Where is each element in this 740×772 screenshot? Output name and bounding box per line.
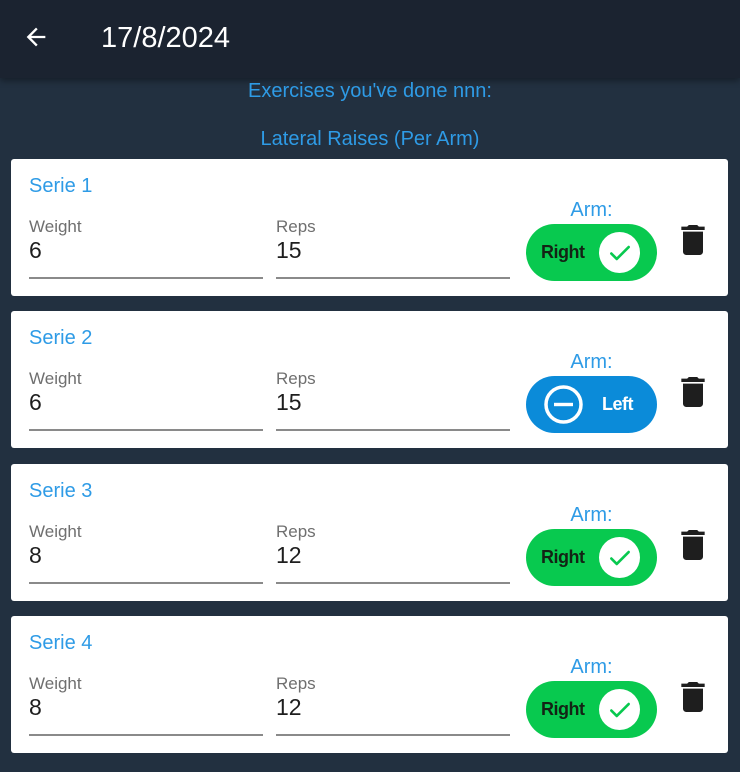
arm-toggle-label: Right	[541, 242, 585, 262]
arm-toggle-label: Left	[602, 394, 634, 414]
serie-title: Serie 2	[29, 327, 93, 349]
weight-label: Weight	[29, 217, 82, 236]
delete-serie-button[interactable]	[679, 223, 707, 257]
weight-label: Weight	[29, 674, 82, 693]
arm-toggle[interactable]: Left	[526, 376, 657, 433]
weight-label: Weight	[29, 522, 82, 541]
weight-field[interactable]: Weight 6	[29, 369, 263, 431]
reps-underline	[276, 429, 510, 431]
reps-field[interactable]: Reps 12	[276, 522, 510, 584]
trash-icon	[681, 682, 705, 712]
reps-label: Reps	[276, 369, 316, 388]
serie-title: Serie 1	[29, 175, 93, 197]
reps-value[interactable]: 15	[276, 237, 302, 264]
delete-serie-button[interactable]	[679, 528, 707, 562]
reps-field[interactable]: Reps 15	[276, 369, 510, 431]
weight-underline	[29, 582, 263, 584]
serie-title: Serie 3	[29, 480, 93, 502]
reps-label: Reps	[276, 674, 316, 693]
weight-underline	[29, 734, 263, 736]
weight-label: Weight	[29, 369, 82, 388]
arm-label: Arm:	[570, 504, 613, 526]
reps-value[interactable]: 12	[276, 694, 302, 721]
weight-field[interactable]: Weight 8	[29, 674, 263, 736]
back-button[interactable]	[16, 19, 56, 55]
check-icon	[599, 689, 640, 730]
trash-icon	[681, 225, 705, 255]
weight-value[interactable]: 8	[29, 542, 42, 569]
exercises-subtitle: Exercises you've done nnn:	[248, 80, 492, 102]
weight-value[interactable]: 8	[29, 694, 42, 721]
reps-value[interactable]: 12	[276, 542, 302, 569]
reps-underline	[276, 734, 510, 736]
app-bar: 17/8/2024	[0, 0, 740, 78]
reps-label: Reps	[276, 522, 316, 541]
check-icon	[599, 537, 640, 578]
serie-card: Serie 1 Weight 6 Reps 15 Arm: Right	[11, 159, 728, 296]
reps-underline	[276, 277, 510, 279]
reps-underline	[276, 582, 510, 584]
check-icon	[599, 232, 640, 273]
arm-toggle[interactable]: Right	[526, 529, 657, 586]
arm-label: Arm:	[570, 656, 613, 678]
serie-card: Serie 2 Weight 6 Reps 15 Arm: Left	[11, 311, 728, 448]
weight-underline	[29, 277, 263, 279]
arrow-left-icon	[26, 27, 46, 47]
delete-serie-button[interactable]	[679, 680, 707, 714]
minus-circle-icon	[543, 384, 584, 425]
arm-toggle[interactable]: Right	[526, 681, 657, 738]
delete-serie-button[interactable]	[679, 375, 707, 409]
reps-label: Reps	[276, 217, 316, 236]
exercise-name: Lateral Raises (Per Arm)	[260, 128, 480, 150]
serie-title: Serie 4	[29, 632, 93, 654]
arm-toggle-label: Right	[541, 547, 585, 567]
trash-icon	[681, 530, 705, 560]
arm-toggle[interactable]: Right	[526, 224, 657, 281]
reps-value[interactable]: 15	[276, 389, 302, 416]
serie-card: Serie 3 Weight 8 Reps 12 Arm: Right	[11, 464, 728, 601]
weight-value[interactable]: 6	[29, 237, 42, 264]
weight-field[interactable]: Weight 8	[29, 522, 263, 584]
trash-icon	[681, 377, 705, 407]
serie-card: Serie 4 Weight 8 Reps 12 Arm: Right	[11, 616, 728, 753]
reps-field[interactable]: Reps 15	[276, 217, 510, 279]
arm-toggle-label: Right	[541, 699, 585, 719]
weight-value[interactable]: 6	[29, 389, 42, 416]
page-title: 17/8/2024	[101, 22, 231, 54]
weight-field[interactable]: Weight 6	[29, 217, 263, 279]
arm-label: Arm:	[570, 351, 613, 373]
weight-underline	[29, 429, 263, 431]
arm-label: Arm:	[570, 199, 613, 221]
reps-field[interactable]: Reps 12	[276, 674, 510, 736]
